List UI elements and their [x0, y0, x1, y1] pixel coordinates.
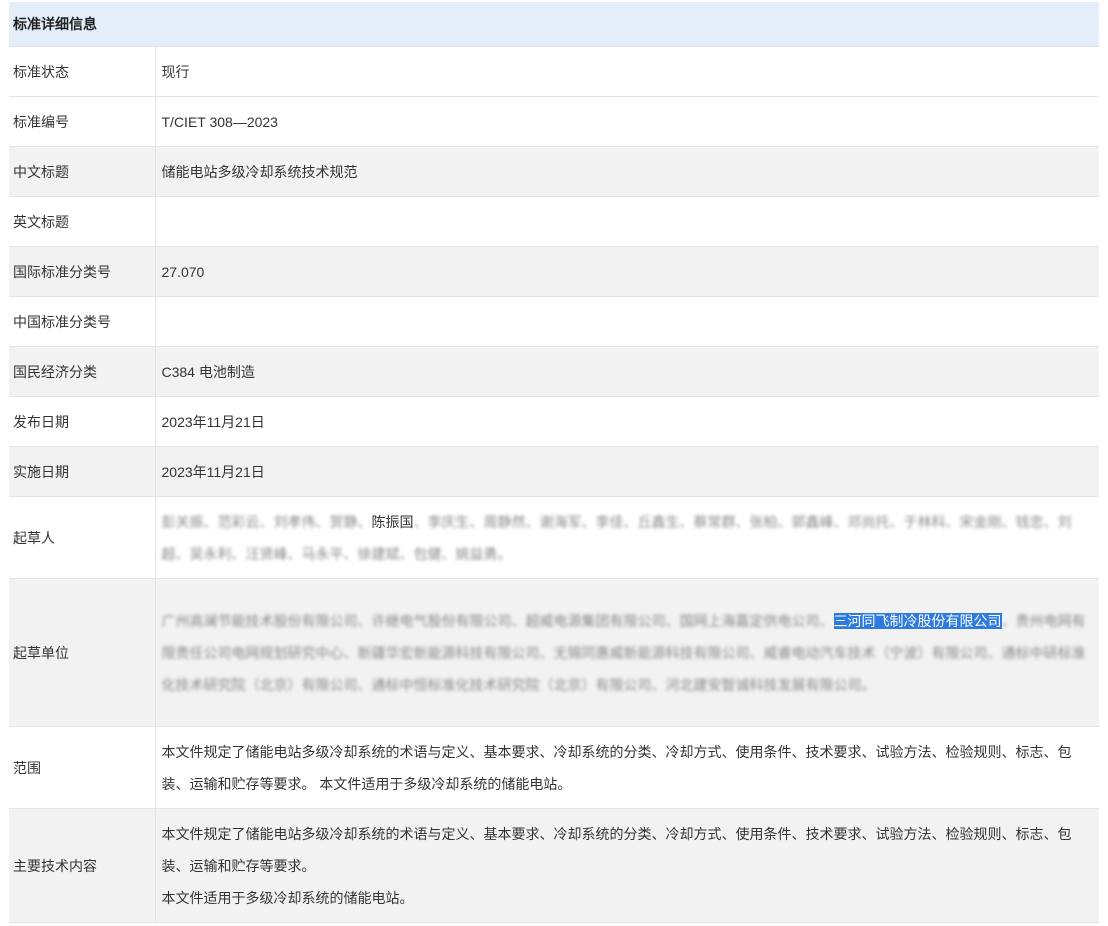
row-label: 范围: [9, 726, 156, 809]
main-content-paragraph: 本文件适用于多级冷却系统的储能电站。: [161, 889, 414, 906]
row-ics: 国际标准分类号 27.070: [9, 246, 1099, 297]
row-standard-number: 标准编号 T/CIET 308—2023: [9, 96, 1099, 147]
row-label: 中国标准分类号: [9, 296, 156, 347]
table-header-row: 标准详细信息: [9, 2, 1099, 47]
row-ccs: 中国标准分类号: [9, 296, 1099, 347]
drafters-visible-name: 陈振国: [371, 513, 414, 530]
row-value: T/CIET 308—2023: [155, 96, 1099, 147]
row-effective-date: 实施日期 2023年11月21日: [9, 446, 1099, 497]
row-value: 现行: [155, 46, 1099, 97]
row-label: 中文标题: [9, 146, 156, 197]
row-label: 英文标题: [9, 196, 156, 247]
main-content-paragraph: 本文件规定了储能电站多级冷却系统的术语与定义、基本要求、冷却系统的分类、冷却方式…: [161, 825, 1072, 874]
selected-text[interactable]: 三河同飞制冷股份有限公司: [833, 612, 1002, 629]
drafting-units-value[interactable]: 广州高澜节能技术股份有限公司、许继电气股份有限公司、超威电源集团有限公司、国网上…: [155, 578, 1099, 727]
row-label: 起草单位: [9, 578, 156, 727]
standard-detail-panel: 标准详细信息 标准状态 现行 标准编号 T/CIET 308—2023 中文标题…: [9, 2, 1099, 923]
row-label: 标准编号: [9, 96, 156, 147]
drafters-value: 彭关振、范彩云、刘孝伟、贺静、陈振国、李庆生、周静然、谢海军、李佳、丘鑫生、蔡常…: [155, 496, 1099, 579]
row-main-content: 主要技术内容 本文件规定了储能电站多级冷却系统的术语与定义、基本要求、冷却系统的…: [9, 808, 1099, 923]
row-status: 标准状态 现行: [9, 46, 1099, 97]
row-economic-class: 国民经济分类 C384 电池制造: [9, 346, 1099, 397]
row-label: 国民经济分类: [9, 346, 156, 397]
row-english-title: 英文标题: [9, 196, 1099, 247]
main-content-value: 本文件规定了储能电站多级冷却系统的术语与定义、基本要求、冷却系统的分类、冷却方式…: [155, 808, 1099, 923]
row-value: C384 电池制造: [155, 346, 1099, 397]
row-label: 国际标准分类号: [9, 246, 156, 297]
scope-value: 本文件规定了储能电站多级冷却系统的术语与定义、基本要求、冷却系统的分类、冷却方式…: [155, 726, 1099, 809]
row-publish-date: 发布日期 2023年11月21日: [9, 396, 1099, 447]
units-blurred-text: 广州高澜节能技术股份有限公司、许继电气股份有限公司、超威电源集团有限公司、国网上…: [161, 612, 834, 629]
row-scope: 范围 本文件规定了储能电站多级冷却系统的术语与定义、基本要求、冷却系统的分类、冷…: [9, 726, 1099, 809]
standard-detail-table: 标准详细信息 标准状态 现行 标准编号 T/CIET 308—2023 中文标题…: [9, 2, 1099, 923]
row-value: 2023年11月21日: [155, 396, 1099, 447]
row-value: 27.070: [155, 246, 1099, 297]
row-drafting-units: 起草单位 广州高澜节能技术股份有限公司、许继电气股份有限公司、超威电源集团有限公…: [9, 578, 1099, 727]
table-title: 标准详细信息: [9, 2, 1099, 47]
row-value: [155, 196, 1099, 247]
row-value: [155, 296, 1099, 347]
row-value: 储能电站多级冷却系统技术规范: [155, 146, 1099, 197]
row-label: 实施日期: [9, 446, 156, 497]
row-label: 起草人: [9, 496, 156, 579]
row-label: 发布日期: [9, 396, 156, 447]
row-label: 主要技术内容: [9, 808, 156, 923]
row-label: 标准状态: [9, 46, 156, 97]
row-value: 2023年11月21日: [155, 446, 1099, 497]
row-drafters: 起草人 彭关振、范彩云、刘孝伟、贺静、陈振国、李庆生、周静然、谢海军、李佳、丘鑫…: [9, 496, 1099, 579]
row-chinese-title: 中文标题 储能电站多级冷却系统技术规范: [9, 146, 1099, 197]
drafters-blurred-text: 彭关振、范彩云、刘孝伟、贺静、: [161, 513, 372, 530]
